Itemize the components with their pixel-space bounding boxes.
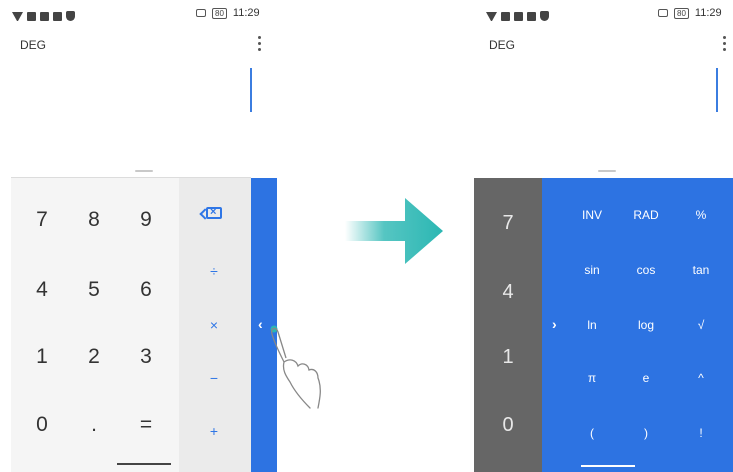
key-tan[interactable]: tan <box>679 263 723 277</box>
key-1[interactable]: 1 <box>22 345 62 369</box>
sim-icon <box>53 11 62 21</box>
angle-mode-label[interactable]: DEG <box>489 38 515 52</box>
key-equals[interactable]: = <box>126 413 166 437</box>
battery-icon: 80 <box>212 7 227 19</box>
nav-bar-indicator <box>117 463 171 465</box>
sim-icon <box>40 11 49 21</box>
status-right-left: 80 11:29 <box>196 7 260 19</box>
shield-icon <box>540 11 549 21</box>
key-e[interactable]: e <box>624 371 668 385</box>
key-sqrt[interactable]: √ <box>679 318 723 332</box>
key-7[interactable]: 7 <box>22 208 62 232</box>
key-2[interactable]: 2 <box>74 345 114 369</box>
key-sin[interactable]: sin <box>570 263 614 277</box>
status-icons-left <box>12 9 79 23</box>
key-rad[interactable]: RAD <box>624 208 668 222</box>
key-9[interactable]: 9 <box>126 208 166 232</box>
key-pi[interactable]: π <box>570 371 614 385</box>
sim-icon <box>501 11 510 21</box>
key-log[interactable]: log <box>624 318 668 332</box>
key-7: 7 <box>502 212 514 234</box>
key-factorial[interactable]: ! <box>679 426 723 440</box>
drag-handle[interactable] <box>135 170 153 172</box>
key-5[interactable]: 5 <box>74 278 114 302</box>
input-cursor <box>716 68 718 112</box>
wifi-icon <box>486 11 497 21</box>
clock: 11:29 <box>694 7 722 19</box>
shield-icon <box>66 11 75 21</box>
key-4: 4 <box>502 281 514 303</box>
wifi-icon <box>12 11 23 21</box>
key-3[interactable]: 3 <box>126 345 166 369</box>
key-0[interactable]: 0 <box>22 413 62 437</box>
status-right-right: 80 11:29 <box>658 7 722 19</box>
battery-icon: 80 <box>674 7 689 19</box>
key-0: 0 <box>502 414 514 436</box>
collapse-chevron-icon[interactable]: › <box>552 316 557 332</box>
angle-mode-label[interactable]: DEG <box>20 38 46 52</box>
sim-icon <box>527 11 536 21</box>
key-cos[interactable]: cos <box>624 263 668 277</box>
backspace-icon[interactable]: × <box>206 206 222 219</box>
sim-icon <box>27 11 36 21</box>
more-vert-icon[interactable] <box>722 36 726 51</box>
key-1: 1 <box>502 346 514 368</box>
key-6[interactable]: 6 <box>126 278 166 302</box>
key-close-paren[interactable]: ) <box>624 426 668 440</box>
key-ln[interactable]: ln <box>570 318 614 332</box>
more-vert-icon[interactable] <box>257 36 261 51</box>
sim-icon <box>514 11 523 21</box>
status-icons-right <box>486 9 553 23</box>
key-power[interactable]: ^ <box>679 371 723 385</box>
vibrate-icon <box>196 9 206 17</box>
input-cursor <box>250 68 252 112</box>
drag-handle[interactable] <box>598 170 616 172</box>
hand-tap-icon <box>270 325 321 409</box>
key-inv[interactable]: INV <box>570 208 614 222</box>
nav-bar-indicator <box>581 465 635 467</box>
key-multiply[interactable]: × <box>194 317 234 333</box>
key-divide[interactable]: ÷ <box>194 263 234 279</box>
key-decimal[interactable]: . <box>74 413 114 437</box>
key-percent[interactable]: % <box>679 208 723 222</box>
clock: 11:29 <box>232 7 260 19</box>
key-subtract[interactable]: − <box>194 370 234 386</box>
vibrate-icon <box>658 9 668 17</box>
key-4[interactable]: 4 <box>22 278 62 302</box>
key-add[interactable]: + <box>194 423 234 439</box>
key-8[interactable]: 8 <box>74 208 114 232</box>
key-open-paren[interactable]: ( <box>570 426 614 440</box>
arrow-right-icon <box>345 198 443 264</box>
